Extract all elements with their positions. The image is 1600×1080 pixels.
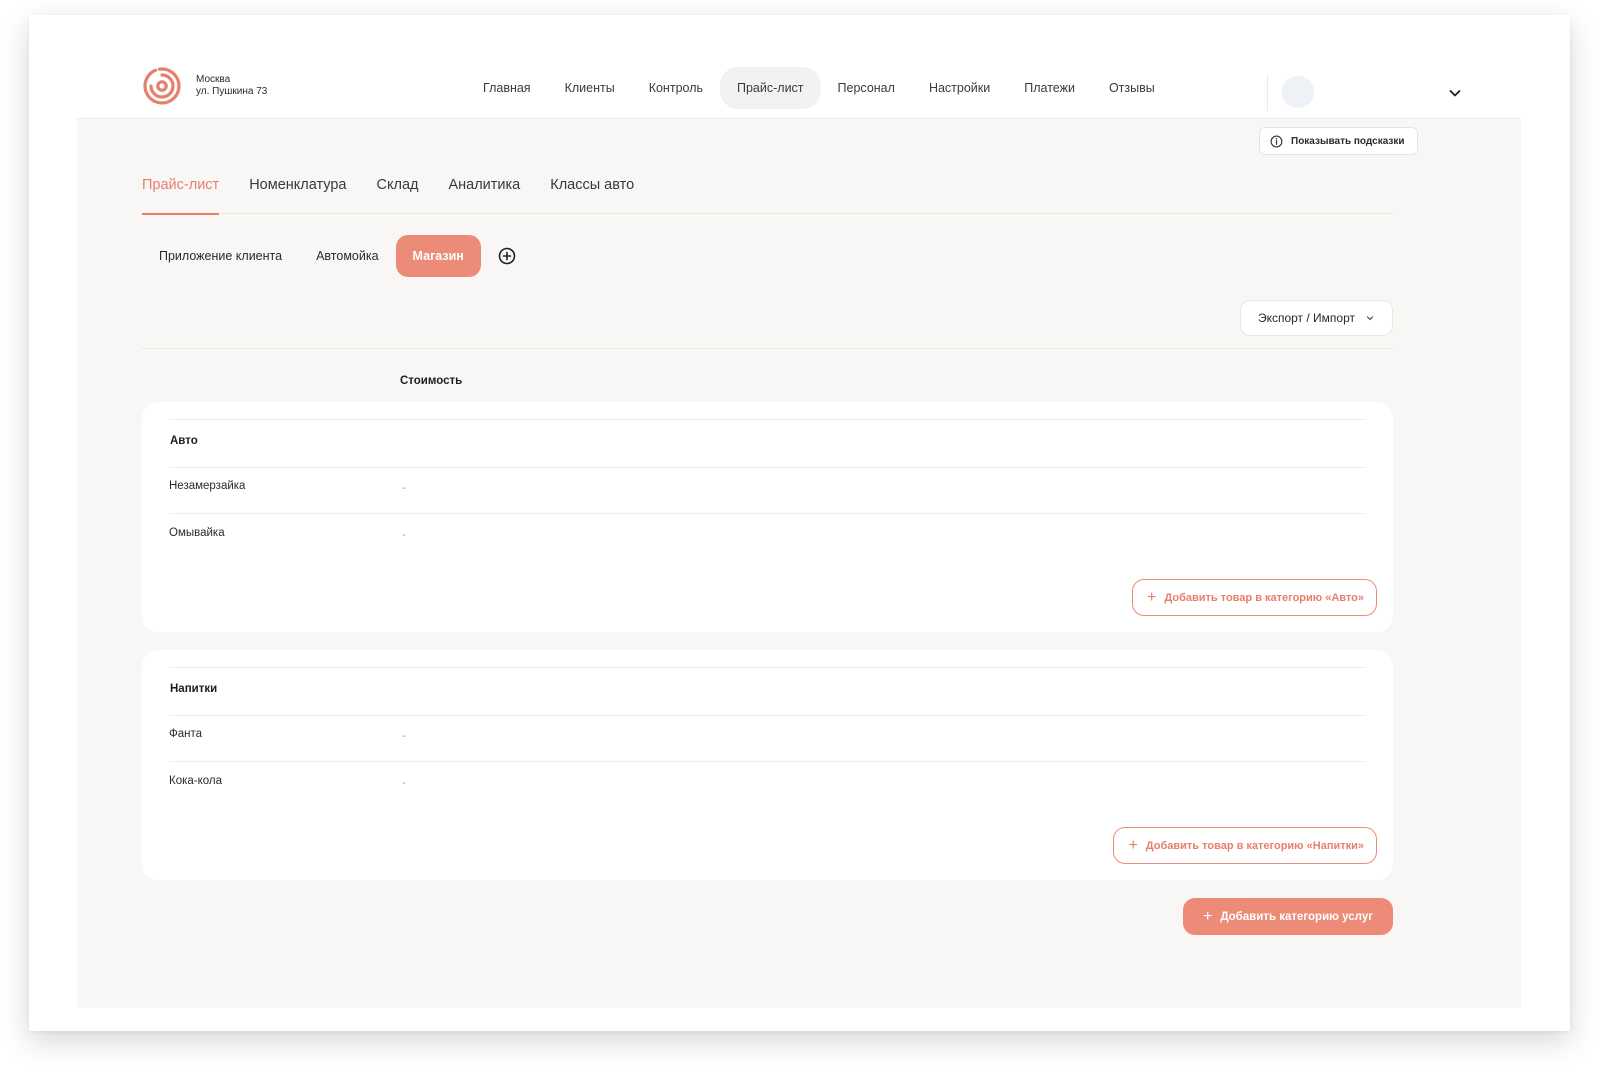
plus-icon: +: [1202, 907, 1213, 925]
category-title: Напитки: [170, 683, 218, 695]
item-name[interactable]: Омывайка: [169, 527, 225, 539]
add-item-button[interactable]: + Добавить товар в категорию «Авто»: [1132, 579, 1377, 616]
column-header-price: Стоимость: [400, 375, 463, 387]
item-name[interactable]: Незамерзайка: [169, 480, 245, 492]
nav-item-staff[interactable]: Персонал: [821, 67, 912, 109]
item-price[interactable]: -: [402, 777, 406, 789]
tab-analytics[interactable]: Аналитика: [448, 164, 520, 214]
location-city: Москва: [196, 74, 231, 85]
add-item-button[interactable]: + Добавить товар в категорию «Напитки»: [1113, 827, 1377, 864]
item-price[interactable]: -: [402, 529, 406, 541]
main-content: Показывать подсказки Прайс-лист Номенкла…: [77, 119, 1521, 1008]
category-title: Авто: [170, 435, 198, 447]
logo-icon: [143, 67, 181, 105]
show-hints-label: Показывать подсказки: [1291, 135, 1405, 147]
show-hints-button[interactable]: Показывать подсказки: [1259, 127, 1418, 155]
divider: [142, 348, 1393, 349]
item-price[interactable]: -: [402, 730, 406, 742]
nav-item-reviews[interactable]: Отзывы: [1092, 67, 1172, 109]
export-import-dropdown[interactable]: Экспорт / Импорт: [1240, 300, 1393, 336]
export-import-label: Экспорт / Импорт: [1257, 311, 1356, 325]
row-divider: [169, 715, 1366, 716]
nav-item-payments[interactable]: Платежи: [1007, 67, 1092, 109]
item-name[interactable]: Кока-кола: [169, 775, 222, 787]
location: Москва ул. Пушкина 73: [196, 74, 267, 98]
plus-icon: +: [1128, 836, 1138, 854]
chevron-down-icon: [1366, 316, 1374, 321]
price-list-chips: Приложение клиента Автомойка Магазин: [142, 235, 517, 277]
app-window: Москва ул. Пушкина 73 Главная Клиенты Ко…: [29, 15, 1570, 1031]
chip-shop[interactable]: Магазин: [395, 235, 481, 277]
add-category-button[interactable]: + Добавить категорию услуг: [1183, 898, 1393, 935]
avatar[interactable]: [1282, 76, 1314, 108]
nav-item-control[interactable]: Контроль: [632, 67, 720, 109]
nav-item-settings[interactable]: Настройки: [912, 67, 1007, 109]
info-icon: [1270, 135, 1283, 147]
add-item-label: Добавить товар в категорию «Авто»: [1164, 591, 1364, 604]
tab-nomenclature[interactable]: Номенклатура: [249, 164, 346, 214]
row-divider: [169, 467, 1366, 468]
nav-item-clients[interactable]: Клиенты: [548, 67, 632, 109]
add-item-label: Добавить товар в категорию «Напитки»: [1145, 839, 1364, 852]
nav-item-home[interactable]: Главная: [466, 67, 548, 109]
chip-client-app[interactable]: Приложение клиента: [142, 235, 299, 277]
tab-car-classes[interactable]: Классы авто: [550, 164, 634, 214]
tab-warehouse[interactable]: Склад: [377, 164, 419, 214]
category-card-drinks: Напитки Фанта - Кока-кола - + Добавить т…: [142, 650, 1393, 880]
add-category-label: Добавить категорию услуг: [1220, 910, 1374, 923]
row-divider: [169, 419, 1366, 420]
location-address: ул. Пушкина 73: [196, 86, 268, 97]
category-card-auto: Авто Незамерзайка - Омывайка - + Добавит…: [142, 402, 1393, 632]
tab-price-list[interactable]: Прайс-лист: [142, 164, 220, 215]
item-price[interactable]: -: [402, 482, 406, 494]
row-divider: [169, 667, 1366, 668]
nav-item-price-list[interactable]: Прайс-лист: [720, 67, 821, 109]
plus-icon: +: [1147, 588, 1157, 606]
chevron-down-icon[interactable]: [1447, 85, 1463, 101]
main-nav: Главная Клиенты Контроль Прайс-лист Перс…: [466, 67, 1172, 109]
row-divider: [169, 761, 1366, 762]
header-divider: [1267, 75, 1268, 111]
chip-car-wash[interactable]: Автомойка: [299, 235, 395, 277]
plus-circle-icon[interactable]: [497, 246, 517, 266]
brand[interactable]: Москва ул. Пушкина 73: [141, 65, 267, 107]
top-header: Москва ул. Пушкина 73 Главная Клиенты Ко…: [77, 45, 1521, 119]
row-divider: [169, 513, 1366, 514]
item-name[interactable]: Фанта: [169, 728, 202, 740]
section-tabs: Прайс-лист Номенклатура Склад Аналитика …: [142, 164, 1393, 215]
